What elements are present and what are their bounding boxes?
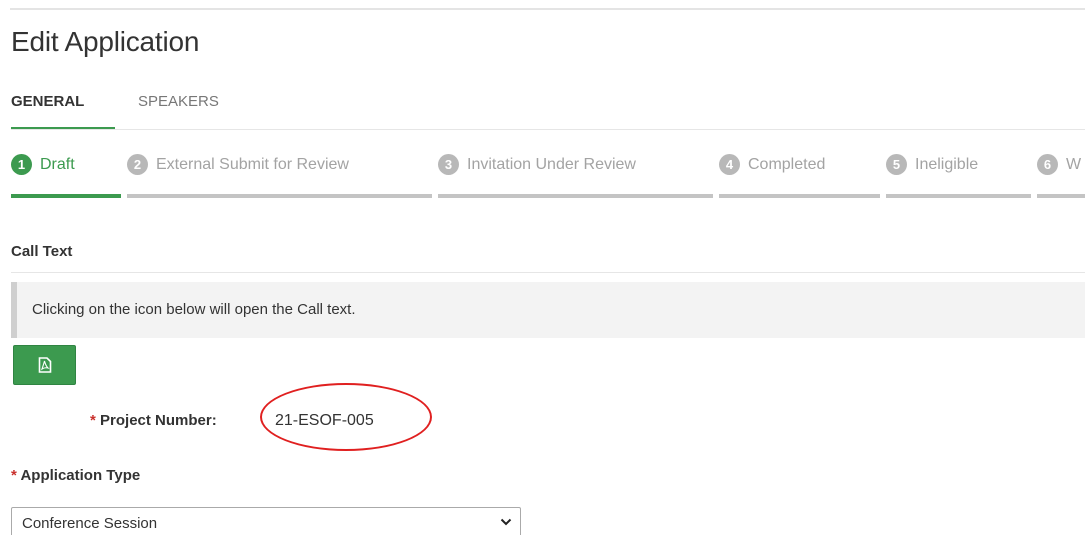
step-number: 5 bbox=[886, 154, 907, 175]
application-type-selected-value: Conference Session bbox=[22, 515, 158, 532]
step-number: 4 bbox=[719, 154, 740, 175]
top-divider bbox=[10, 8, 1085, 10]
chevron-down-icon bbox=[500, 518, 512, 526]
required-asterisk: * bbox=[11, 467, 17, 484]
application-type-select[interactable]: Conference Session bbox=[11, 507, 521, 535]
step-draft[interactable]: 1 Draft bbox=[11, 146, 121, 198]
step-invitation-under-review[interactable]: 3 Invitation Under Review bbox=[438, 146, 713, 198]
project-number-field: * Project Number: 21-ESOF-005 bbox=[90, 412, 374, 429]
page-title: Edit Application bbox=[11, 26, 200, 57]
step-6[interactable]: 6 W bbox=[1037, 146, 1085, 198]
info-text: Clicking on the icon below will open the… bbox=[32, 301, 356, 318]
section-title-call-text: Call Text bbox=[11, 243, 73, 260]
project-number-label: Project Number: bbox=[100, 412, 217, 429]
call-text-info-box: Clicking on the icon below will open the… bbox=[11, 282, 1085, 338]
step-label: W bbox=[1066, 156, 1082, 173]
annotation-circle bbox=[260, 383, 432, 451]
step-label: Completed bbox=[748, 156, 826, 173]
step-progress-bar bbox=[719, 194, 880, 198]
pdf-file-icon bbox=[38, 357, 52, 373]
tab-speakers[interactable]: SPEAKERS bbox=[138, 93, 219, 110]
step-label: External Submit for Review bbox=[156, 156, 349, 173]
application-type-label: * Application Type bbox=[11, 467, 140, 484]
required-asterisk: * bbox=[90, 412, 96, 429]
step-label: Invitation Under Review bbox=[467, 156, 636, 173]
open-call-text-pdf-button[interactable] bbox=[13, 345, 76, 385]
tab-general[interactable]: GENERAL bbox=[11, 93, 84, 110]
step-external-submit-for-review[interactable]: 2 External Submit for Review bbox=[127, 146, 432, 198]
status-stepper: 1 Draft 2 External Submit for Review 3 I… bbox=[11, 146, 1085, 202]
step-progress-bar bbox=[127, 194, 432, 198]
step-number: 2 bbox=[127, 154, 148, 175]
application-type-label-text: Application Type bbox=[20, 467, 141, 484]
step-number: 1 bbox=[11, 154, 32, 175]
step-label: Draft bbox=[40, 156, 75, 173]
section-divider bbox=[11, 272, 1085, 273]
step-number: 6 bbox=[1037, 154, 1058, 175]
step-ineligible[interactable]: 5 Ineligible bbox=[886, 146, 1031, 198]
step-number: 3 bbox=[438, 154, 459, 175]
step-progress-bar bbox=[1037, 194, 1085, 198]
tabs-divider bbox=[11, 129, 1085, 130]
step-completed[interactable]: 4 Completed bbox=[719, 146, 880, 198]
step-progress-bar bbox=[438, 194, 713, 198]
step-progress-bar bbox=[886, 194, 1031, 198]
step-progress-bar bbox=[11, 194, 121, 198]
step-label: Ineligible bbox=[915, 156, 979, 173]
tab-bar: GENERAL SPEAKERS bbox=[11, 90, 1085, 130]
